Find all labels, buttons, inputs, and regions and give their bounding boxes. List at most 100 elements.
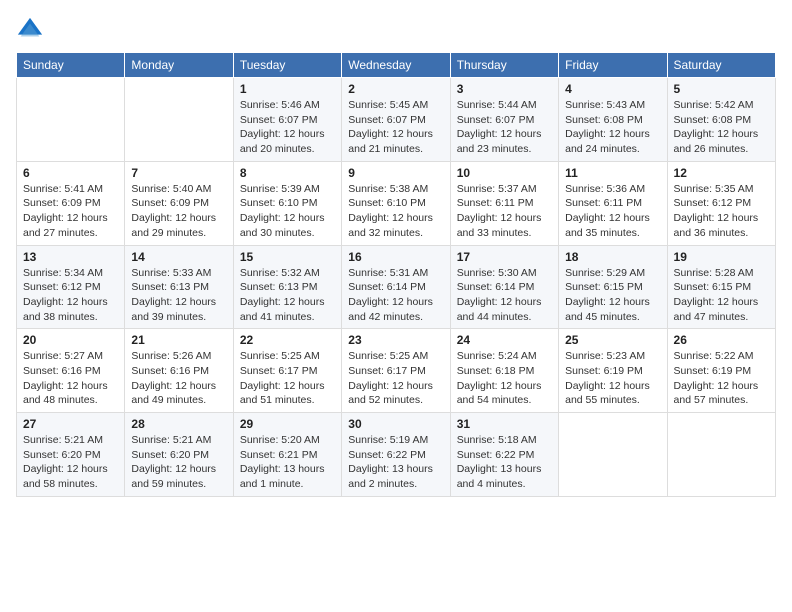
day-number: 31 [457,417,552,431]
day-number: 7 [131,166,226,180]
day-of-week-header: Sunday [17,53,125,78]
day-info: Sunrise: 5:42 AMSunset: 6:08 PMDaylight:… [674,98,769,157]
day-info: Sunrise: 5:46 AMSunset: 6:07 PMDaylight:… [240,98,335,157]
calendar-cell: 1 Sunrise: 5:46 AMSunset: 6:07 PMDaylight… [233,78,341,162]
calendar-cell: 30Sunrise: 5:19 AMSunset: 6:22 PMDayligh… [342,413,450,497]
day-info: Sunrise: 5:28 AMSunset: 6:15 PMDaylight:… [674,266,769,325]
day-info: Sunrise: 5:21 AMSunset: 6:20 PMDaylight:… [131,433,226,492]
calendar-cell: 13 Sunrise: 5:34 AMSunset: 6:12 PMDayligh… [17,245,125,329]
day-info: Sunrise: 5:23 AMSunset: 6:19 PMDaylight:… [565,349,660,408]
day-number: 14 [131,250,226,264]
calendar-week-row: 27 Sunrise: 5:21 AMSunset: 6:20 PMDayligh… [17,413,776,497]
calendar-cell: 10 Sunrise: 5:37 AMSunset: 6:11 PMDayligh… [450,161,558,245]
calendar-table: SundayMondayTuesdayWednesdayThursdayFrid… [16,52,776,497]
day-number: 6 [23,166,118,180]
calendar-week-row: 6Sunrise: 5:41 AMSunset: 6:09 PMDaylight… [17,161,776,245]
calendar-cell: 22 Sunrise: 5:25 AMSunset: 6:17 PMDayligh… [233,329,341,413]
day-info: Sunrise: 5:40 AMSunset: 6:09 PMDaylight:… [131,182,226,241]
calendar-cell: 17 Sunrise: 5:30 AMSunset: 6:14 PMDayligh… [450,245,558,329]
day-number: 5 [674,82,769,96]
calendar-cell: 12 Sunrise: 5:35 AMSunset: 6:12 PMDayligh… [667,161,775,245]
day-info: Sunrise: 5:39 AMSunset: 6:10 PMDaylight:… [240,182,335,241]
day-number: 20 [23,333,118,347]
calendar-cell: 18 Sunrise: 5:29 AMSunset: 6:15 PMDayligh… [559,245,667,329]
day-number: 27 [23,417,118,431]
day-info: Sunrise: 5:20 AMSunset: 6:21 PMDaylight:… [240,433,335,492]
calendar-cell [17,78,125,162]
day-number: 22 [240,333,335,347]
day-number: 19 [674,250,769,264]
day-number: 10 [457,166,552,180]
day-info: Sunrise: 5:34 AMSunset: 6:12 PMDaylight:… [23,266,118,325]
calendar-cell: 11 Sunrise: 5:36 AMSunset: 6:11 PMDayligh… [559,161,667,245]
day-info: Sunrise: 5:26 AMSunset: 6:16 PMDaylight:… [131,349,226,408]
day-number: 3 [457,82,552,96]
calendar-body: 1 Sunrise: 5:46 AMSunset: 6:07 PMDaylight… [17,78,776,497]
day-number: 13 [23,250,118,264]
calendar-cell: 27 Sunrise: 5:21 AMSunset: 6:20 PMDayligh… [17,413,125,497]
calendar-cell: 2Sunrise: 5:45 AMSunset: 6:07 PMDaylight… [342,78,450,162]
day-number: 4 [565,82,660,96]
day-info: Sunrise: 5:21 AMSunset: 6:20 PMDaylight:… [23,433,118,492]
calendar-cell: 23Sunrise: 5:25 AMSunset: 6:17 PMDayligh… [342,329,450,413]
day-info: Sunrise: 5:19 AMSunset: 6:22 PMDaylight:… [348,433,443,492]
calendar-cell [559,413,667,497]
day-info: Sunrise: 5:18 AMSunset: 6:22 PMDaylight:… [457,433,552,492]
calendar-cell: 24Sunrise: 5:24 AMSunset: 6:18 PMDayligh… [450,329,558,413]
day-info: Sunrise: 5:31 AMSunset: 6:14 PMDaylight:… [348,266,443,325]
calendar-cell: 15 Sunrise: 5:32 AMSunset: 6:13 PMDayligh… [233,245,341,329]
day-number: 1 [240,82,335,96]
day-number: 26 [674,333,769,347]
day-number: 12 [674,166,769,180]
calendar-cell: 28 Sunrise: 5:21 AMSunset: 6:20 PMDayligh… [125,413,233,497]
day-of-week-header: Monday [125,53,233,78]
page-header [16,16,776,44]
calendar-week-row: 20 Sunrise: 5:27 AMSunset: 6:16 PMDayligh… [17,329,776,413]
day-number: 29 [240,417,335,431]
calendar-cell [667,413,775,497]
day-number: 24 [457,333,552,347]
day-number: 9 [348,166,443,180]
day-number: 18 [565,250,660,264]
day-number: 28 [131,417,226,431]
day-of-week-header: Thursday [450,53,558,78]
day-of-week-header: Wednesday [342,53,450,78]
calendar-cell: 21Sunrise: 5:26 AMSunset: 6:16 PMDayligh… [125,329,233,413]
calendar-cell: 25Sunrise: 5:23 AMSunset: 6:19 PMDayligh… [559,329,667,413]
calendar-cell: 4 Sunrise: 5:43 AMSunset: 6:08 PMDaylight… [559,78,667,162]
day-info: Sunrise: 5:32 AMSunset: 6:13 PMDaylight:… [240,266,335,325]
calendar-header-row: SundayMondayTuesdayWednesdayThursdayFrid… [17,53,776,78]
day-info: Sunrise: 5:44 AMSunset: 6:07 PMDaylight:… [457,98,552,157]
day-number: 2 [348,82,443,96]
logo-icon [16,16,44,44]
calendar-cell: 19 Sunrise: 5:28 AMSunset: 6:15 PMDayligh… [667,245,775,329]
day-info: Sunrise: 5:27 AMSunset: 6:16 PMDaylight:… [23,349,118,408]
day-of-week-header: Friday [559,53,667,78]
day-info: Sunrise: 5:43 AMSunset: 6:08 PMDaylight:… [565,98,660,157]
day-info: Sunrise: 5:35 AMSunset: 6:12 PMDaylight:… [674,182,769,241]
calendar-cell: 26 Sunrise: 5:22 AMSunset: 6:19 PMDayligh… [667,329,775,413]
calendar-cell: 9Sunrise: 5:38 AMSunset: 6:10 PMDaylight… [342,161,450,245]
day-info: Sunrise: 5:22 AMSunset: 6:19 PMDaylight:… [674,349,769,408]
day-info: Sunrise: 5:36 AMSunset: 6:11 PMDaylight:… [565,182,660,241]
day-info: Sunrise: 5:30 AMSunset: 6:14 PMDaylight:… [457,266,552,325]
day-number: 17 [457,250,552,264]
day-info: Sunrise: 5:29 AMSunset: 6:15 PMDaylight:… [565,266,660,325]
calendar-cell: 20 Sunrise: 5:27 AMSunset: 6:16 PMDayligh… [17,329,125,413]
calendar-cell: 16Sunrise: 5:31 AMSunset: 6:14 PMDayligh… [342,245,450,329]
day-number: 11 [565,166,660,180]
calendar-week-row: 13 Sunrise: 5:34 AMSunset: 6:12 PMDayligh… [17,245,776,329]
calendar-cell: 29 Sunrise: 5:20 AMSunset: 6:21 PMDayligh… [233,413,341,497]
calendar-cell: 7 Sunrise: 5:40 AMSunset: 6:09 PMDaylight… [125,161,233,245]
day-of-week-header: Saturday [667,53,775,78]
day-info: Sunrise: 5:37 AMSunset: 6:11 PMDaylight:… [457,182,552,241]
day-info: Sunrise: 5:25 AMSunset: 6:17 PMDaylight:… [240,349,335,408]
calendar-cell: 8Sunrise: 5:39 AMSunset: 6:10 PMDaylight… [233,161,341,245]
calendar-cell: 6Sunrise: 5:41 AMSunset: 6:09 PMDaylight… [17,161,125,245]
day-of-week-header: Tuesday [233,53,341,78]
calendar-cell [125,78,233,162]
calendar-cell: 31 Sunrise: 5:18 AMSunset: 6:22 PMDayligh… [450,413,558,497]
day-number: 15 [240,250,335,264]
calendar-week-row: 1 Sunrise: 5:46 AMSunset: 6:07 PMDaylight… [17,78,776,162]
calendar-cell: 5 Sunrise: 5:42 AMSunset: 6:08 PMDaylight… [667,78,775,162]
